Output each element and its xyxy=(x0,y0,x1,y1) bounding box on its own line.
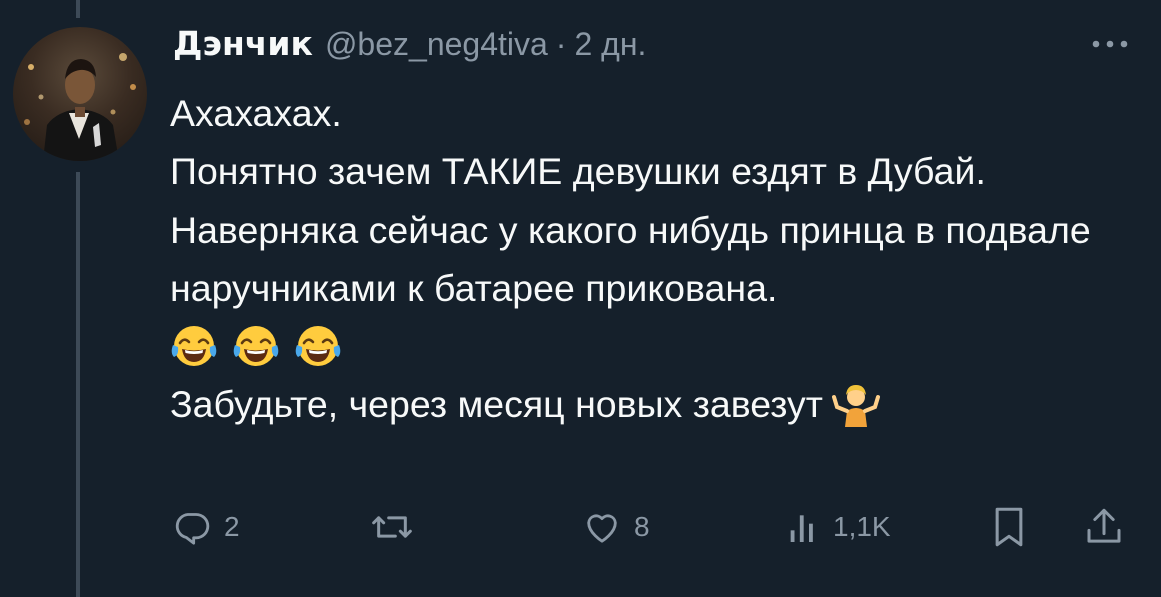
author-handle[interactable]: @bez_neg4tiva xyxy=(325,26,548,63)
person-shrugging-icon xyxy=(831,385,880,428)
tweet-header: Дэнчик @bez_neg4tiva · 2 дн. xyxy=(173,24,646,68)
tweet-line-text: Забудьте, через месяц новых завезут xyxy=(170,383,823,426)
face-with-tears-of-joy-icon xyxy=(233,326,279,367)
retweet-icon xyxy=(372,516,412,538)
timestamp[interactable]: 2 дн. xyxy=(574,26,646,63)
reply-button[interactable]: 2 xyxy=(172,505,240,549)
tweet-text: Ахахахах. Понятно зачем ТАКИЕ девушки ез… xyxy=(170,84,1150,433)
analytics-icon xyxy=(790,515,813,542)
tweet-card[interactable]: Дэнчик @bez_neg4tiva · 2 дн. Ахахахах. П… xyxy=(0,0,1161,597)
tweet-line: Понятно зачем ТАКИЕ девушки ездят в Дуба… xyxy=(170,150,986,193)
emoji-row xyxy=(170,317,1150,375)
share-icon xyxy=(1087,508,1121,543)
reply-count: 2 xyxy=(224,511,240,542)
face-with-tears-of-joy-icon xyxy=(171,326,217,367)
heart-icon xyxy=(587,514,617,543)
tweet-line: Ахахахах. xyxy=(170,92,342,134)
author-name[interactable]: Дэнчик xyxy=(173,24,313,63)
separator-dot: · xyxy=(555,26,567,62)
retweet-button[interactable] xyxy=(370,505,426,549)
like-button[interactable]: 8 xyxy=(582,505,650,549)
face-with-tears-of-joy-icon xyxy=(295,326,341,367)
tweet-line: Наверняка сейчас у какого нибудь принца … xyxy=(170,208,1091,309)
more-options-icon[interactable] xyxy=(1088,32,1132,56)
tweet-line: Забудьте, через месяц новых завезут xyxy=(170,375,1150,433)
views-count: 1,1K xyxy=(833,511,891,542)
action-bar: 2 8 1,1K xyxy=(172,505,1137,549)
avatar[interactable] xyxy=(13,27,147,161)
views-button[interactable]: 1,1K xyxy=(787,505,891,549)
thread-line-bottom xyxy=(76,172,80,597)
thread-line-top xyxy=(76,0,80,18)
bookmark-button[interactable] xyxy=(992,505,1026,549)
like-count: 8 xyxy=(634,511,650,542)
bookmark-icon xyxy=(995,507,1023,547)
reply-icon xyxy=(175,513,210,545)
share-button[interactable] xyxy=(1084,505,1124,549)
